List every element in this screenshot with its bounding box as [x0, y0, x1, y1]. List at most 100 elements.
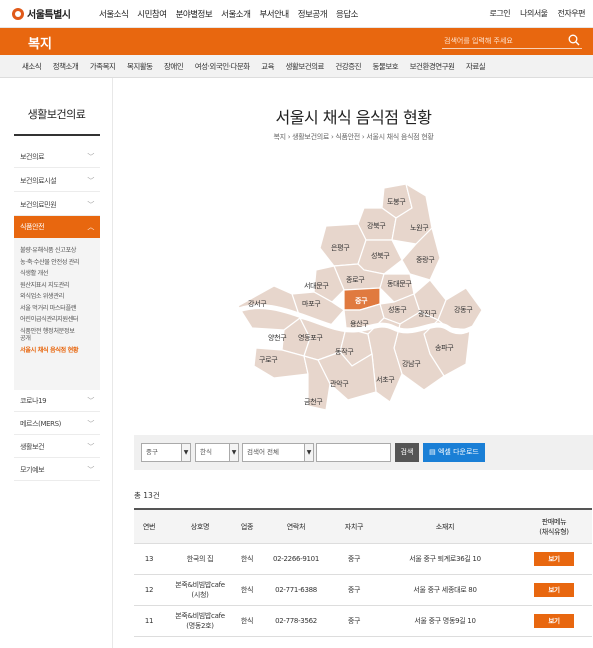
lnb-sub-item[interactable]: 외식업소 위생관리 — [14, 291, 100, 303]
lnb-item-label: 보건의료 — [20, 153, 45, 161]
total-count: 총 13건 — [134, 491, 160, 500]
district-label[interactable]: 강남구 — [402, 359, 422, 368]
district-select-value: 중구 — [146, 448, 158, 456]
breadcrumb-item[interactable]: 생활보건의료 — [292, 133, 329, 141]
district-label[interactable]: 동대문구 — [387, 280, 413, 288]
lnb-title: 생활보건의료 — [27, 108, 86, 121]
gnb-item[interactable]: 부서안내 — [259, 8, 289, 20]
section-title: 복지 — [28, 37, 52, 52]
view-button[interactable]: 보기 — [534, 614, 574, 628]
table-row: 13 한국의 집 한식 02-2266-9101 중구 서울 중구 퇴계로36길… — [134, 544, 592, 575]
district-label[interactable]: 구로구 — [259, 356, 279, 364]
gnb-item[interactable]: 서울소개 — [221, 8, 251, 20]
chevron-down-icon: ﹀ — [87, 420, 94, 428]
subnav-item[interactable]: 생활보건의료 — [286, 61, 325, 72]
district-label[interactable]: 강서구 — [248, 299, 268, 308]
subnav-item[interactable]: 정책소개 — [53, 61, 79, 72]
district-label[interactable]: 중랑구 — [416, 256, 436, 264]
district-label[interactable]: 성북구 — [371, 251, 391, 260]
lnb-item-label: 생활보건 — [20, 443, 45, 451]
district-label[interactable]: 마포구 — [302, 299, 322, 308]
gnb-item[interactable]: 응답소 — [336, 8, 358, 20]
district-label[interactable]: 광진구 — [418, 309, 438, 318]
table-row: 12 본죽&비빔밥cafe (시청) 한식 02-771-6388 중구 서울 … — [134, 575, 592, 606]
district-label[interactable]: 서대문구 — [304, 281, 330, 290]
lnb-sub-item[interactable]: 원산지표시 지도관리 — [14, 280, 100, 292]
subnav-item[interactable]: 여성·외국인·다문화 — [195, 61, 250, 72]
lnb-item[interactable]: 보건의료시설 ﹀ — [14, 170, 100, 192]
breadcrumb-item[interactable]: 복지 — [274, 133, 287, 141]
cell-addr: 서울 중구 명동9길 10 — [414, 617, 476, 625]
lnb-item[interactable]: 보건의료 ﹀ — [14, 146, 100, 168]
breadcrumb-item[interactable]: 식품안전 — [335, 133, 360, 141]
category-select[interactable]: 한식 ▼ — [195, 443, 239, 462]
excel-download-label: 엑셀 다운로드 — [437, 448, 479, 456]
district-label[interactable]: 송파구 — [435, 343, 455, 352]
seoul-logo[interactable]: 서울특별시 — [12, 6, 71, 21]
gnb-item[interactable]: 분야별정보 — [176, 8, 213, 20]
district-label[interactable]: 동작구 — [335, 347, 355, 356]
lnb-item[interactable]: 코로나19 ﹀ — [14, 390, 100, 412]
lnb-sub-item-active[interactable]: 서울시 채식 음식점 현황 — [14, 345, 100, 357]
cell-no: 13 — [144, 555, 154, 563]
keyword-input[interactable] — [316, 443, 391, 462]
column-header: 연번 — [142, 522, 156, 531]
seoul-logo-icon — [12, 7, 24, 20]
lnb-sub-item[interactable]: 어린이급식관리지원센터 — [14, 314, 100, 326]
lnb-sub-item[interactable]: 식생활 개선 — [14, 268, 100, 280]
lnb-item-label: 메르스(MERS) — [20, 420, 61, 428]
subnav-item[interactable]: 새소식 — [22, 61, 42, 72]
district-label[interactable]: 성동구 — [388, 305, 408, 314]
district-label[interactable]: 양천구 — [268, 333, 288, 342]
page-title: 서울시 채식 음식점 현황 — [275, 108, 432, 127]
cell-menu: 보기 — [516, 575, 592, 605]
gnb-item[interactable]: 정보공개 — [298, 8, 328, 20]
search-type-select[interactable]: 검색어 전체 ▼ — [242, 443, 314, 462]
view-button[interactable]: 보기 — [534, 583, 574, 597]
subnav-item[interactable]: 복지활동 — [127, 61, 153, 72]
my-seoul-link[interactable]: 나의서울 — [520, 8, 548, 19]
district-label[interactable]: 도봉구 — [387, 198, 407, 206]
subnav-item[interactable]: 보건환경연구원 — [410, 61, 455, 72]
district-label-selected[interactable]: 중구 — [355, 297, 368, 305]
lnb-item-active[interactable]: 식품안전 ︿ — [14, 216, 100, 238]
district-label[interactable]: 강동구 — [454, 305, 474, 314]
view-button[interactable]: 보기 — [534, 552, 574, 566]
gnb-item[interactable]: 서울소식 — [99, 8, 129, 20]
login-link[interactable]: 로그인 — [490, 8, 511, 19]
lnb-sub-item[interactable]: 농·축·수산물 안전성 관리 — [14, 257, 100, 269]
lnb-sub-item[interactable]: 불량·유해식품 신고포상 — [14, 245, 100, 257]
district-label[interactable]: 서초구 — [376, 375, 396, 384]
lnb-sub-item[interactable]: 서울 먹거리 마스터플랜 — [14, 303, 100, 315]
district-label[interactable]: 금천구 — [304, 397, 324, 406]
subnav-item[interactable]: 자료실 — [466, 61, 486, 72]
district-label[interactable]: 영등포구 — [298, 333, 324, 342]
breadcrumb: 복지 › 생활보건의료 › 식품안전 › 서울시 채식 음식점 현황 — [114, 132, 593, 142]
district-label[interactable]: 강북구 — [367, 221, 387, 230]
email-link[interactable]: 전자우편 — [558, 8, 586, 19]
district-label[interactable]: 종로구 — [346, 276, 366, 284]
subnav-item[interactable]: 동물보호 — [373, 61, 399, 72]
lnb-item[interactable]: 모기예보 ﹀ — [14, 459, 100, 481]
site-search-input[interactable]: 검색어를 입력해 주세요 — [442, 34, 582, 49]
subnav-item[interactable]: 건강증진 — [335, 61, 361, 72]
search-button[interactable]: 검색 — [395, 443, 419, 462]
district-label[interactable]: 노원구 — [410, 223, 430, 232]
subnav-item[interactable]: 가족복지 — [90, 61, 116, 72]
district-label[interactable]: 은평구 — [331, 243, 351, 252]
cell-gu: 중구 — [347, 617, 361, 625]
gnb-item[interactable]: 시민참여 — [137, 8, 167, 20]
district-label[interactable]: 관악구 — [330, 379, 350, 388]
subnav-item[interactable]: 장애인 — [164, 61, 184, 72]
seoul-district-map[interactable]: 도봉구 강북구 노원구 은평구 성북구 중랑구 종로구 서대문구 동대문구 중구… — [234, 178, 494, 423]
district-label[interactable]: 용산구 — [350, 319, 370, 328]
lnb-item[interactable]: 보건의료민원 ﹀ — [14, 194, 100, 216]
lnb-item-label: 보건의료민원 — [20, 201, 57, 209]
lnb-item[interactable]: 메르스(MERS) ﹀ — [14, 413, 100, 435]
subnav-item[interactable]: 교육 — [261, 61, 274, 72]
district-select[interactable]: 중구 ▼ — [141, 443, 191, 462]
lnb-item[interactable]: 생활보건 ﹀ — [14, 436, 100, 458]
excel-download-button[interactable]: ▤ 엑셀 다운로드 — [423, 443, 485, 462]
search-icon[interactable] — [568, 34, 580, 46]
column-header: 연락처 — [286, 522, 306, 531]
